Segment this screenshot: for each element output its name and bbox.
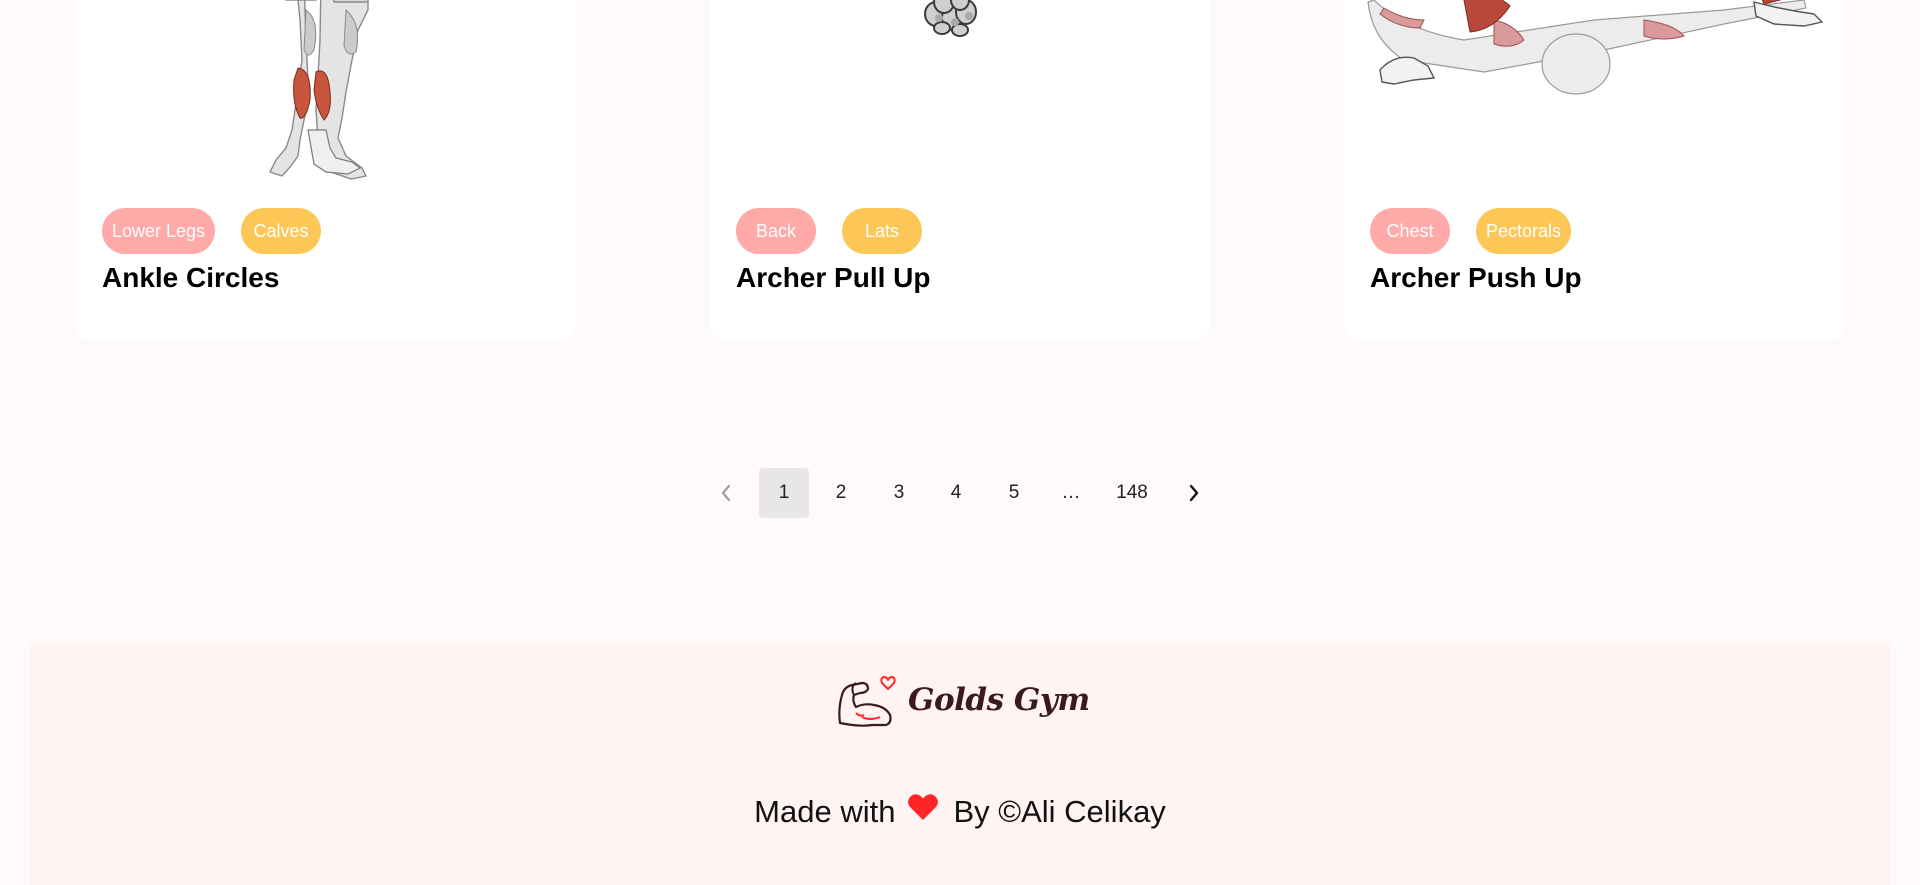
target-muscle-tag[interactable]: Calves — [241, 208, 322, 254]
body-part-tag[interactable]: Back — [736, 208, 816, 254]
page-button-1[interactable]: 1 — [759, 468, 809, 518]
exercise-card[interactable]: Back Lats Archer Pull Up — [710, 0, 1210, 342]
target-muscle-tag[interactable]: Lats — [842, 208, 922, 254]
next-page-button[interactable] — [1174, 468, 1214, 518]
flexed-arm-heart-icon — [838, 676, 896, 727]
push-up-illustration — [1367, 0, 1824, 95]
brand-logo[interactable]: Golds Gym — [836, 672, 1090, 728]
exercise-cards: Lower Legs Calves Ankle Circles Back Lat… — [0, 0, 1920, 345]
exercise-name: Ankle Circles — [102, 262, 280, 293]
chevron-left-icon — [721, 484, 731, 502]
exercise-tags: Chest Pectorals — [1370, 208, 1572, 254]
exercise-image — [1344, 0, 1844, 185]
body-part-tag[interactable]: Chest — [1370, 208, 1450, 254]
page-ellipsis: … — [1061, 482, 1081, 503]
page-button-2[interactable]: 2 — [816, 468, 866, 518]
brand-name: Golds Gym — [908, 682, 1090, 718]
exercise-tags: Back Lats — [736, 208, 922, 254]
target-muscle-tag[interactable]: Pectorals — [1476, 208, 1572, 254]
page-button-148[interactable]: 148 — [1102, 468, 1162, 518]
footer: Golds Gym Made with By ©Ali Celikay — [30, 642, 1890, 885]
previous-page-button[interactable] — [706, 468, 746, 518]
page-button-4[interactable]: 4 — [931, 468, 981, 518]
lower-legs-illustration — [269, 0, 369, 180]
credit-prefix: Made with — [754, 794, 896, 829]
exercise-image — [76, 0, 576, 185]
heart-icon — [907, 793, 939, 829]
exercise-card[interactable]: Chest Pectorals Archer Push Up — [1344, 0, 1844, 342]
hands-gripping-illustration — [924, 0, 977, 37]
exercise-name: Archer Pull Up — [736, 262, 931, 293]
exercise-card[interactable]: Lower Legs Calves Ankle Circles — [76, 0, 576, 342]
exercise-name: Archer Push Up — [1370, 262, 1582, 293]
exercise-image — [710, 0, 1210, 185]
page-button-3[interactable]: 3 — [874, 468, 924, 518]
footer-credit: Made with By ©Ali Celikay — [30, 794, 1890, 832]
page-button-5[interactable]: 5 — [989, 468, 1039, 518]
pagination: 1 2 3 4 5 … 148 — [0, 466, 1920, 518]
credit-suffix: By ©Ali Celikay — [953, 794, 1166, 829]
exercise-tags: Lower Legs Calves — [102, 208, 322, 254]
chevron-right-icon — [1189, 484, 1199, 502]
body-part-tag[interactable]: Lower Legs — [102, 208, 216, 254]
